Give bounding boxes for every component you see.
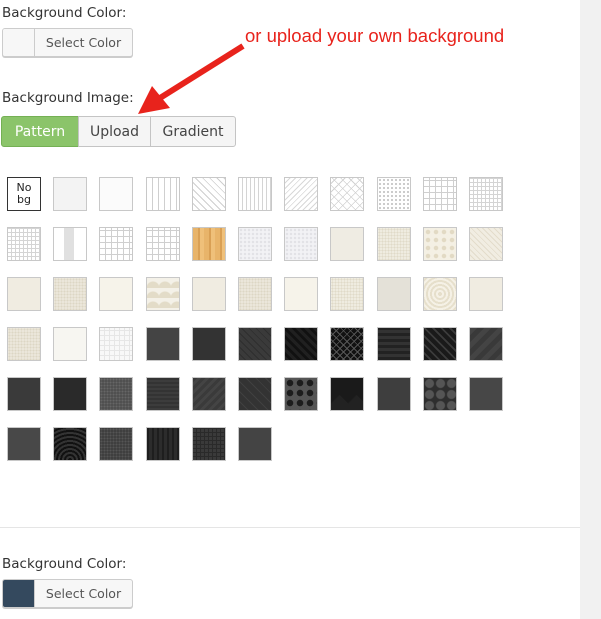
pattern-tile[interactable] xyxy=(145,177,180,211)
pattern-tile[interactable] xyxy=(145,377,180,411)
pattern-tile[interactable] xyxy=(7,227,41,261)
pattern-tile[interactable] xyxy=(53,327,88,361)
pattern-tile[interactable] xyxy=(376,177,411,211)
pattern-tile[interactable] xyxy=(237,427,272,461)
select-color-button-bottom[interactable]: Select Color xyxy=(2,579,133,608)
pattern-tile[interactable] xyxy=(99,177,134,211)
pattern-tile[interactable] xyxy=(284,227,319,261)
pattern-tile[interactable] xyxy=(237,327,272,361)
pattern-tile[interactable] xyxy=(191,227,226,261)
pattern-tile[interactable] xyxy=(330,377,365,411)
pattern-tile[interactable] xyxy=(376,227,411,261)
background-type-tabs: Pattern Upload Gradient xyxy=(1,116,236,147)
annotation-text: or upload your own background xyxy=(245,25,505,46)
select-color-label-bottom: Select Color xyxy=(45,586,122,601)
pattern-tile[interactable] xyxy=(145,227,180,261)
pattern-tile[interactable] xyxy=(422,327,457,361)
pattern-tile[interactable] xyxy=(237,227,272,261)
pattern-tile[interactable] xyxy=(376,377,411,411)
pattern-tile[interactable] xyxy=(284,177,319,211)
pattern-tile[interactable] xyxy=(376,277,411,311)
pattern-tile[interactable] xyxy=(191,427,226,461)
select-color-button[interactable]: Select Color xyxy=(2,28,133,57)
tab-pattern[interactable]: Pattern xyxy=(1,116,79,147)
pattern-tile[interactable] xyxy=(422,227,457,261)
scrollbar-track[interactable] xyxy=(580,0,601,619)
tab-gradient[interactable]: Gradient xyxy=(150,116,236,147)
pattern-tile[interactable] xyxy=(284,377,319,411)
pattern-tile[interactable] xyxy=(99,327,134,361)
pattern-tile[interactable] xyxy=(99,427,134,461)
pattern-tile[interactable] xyxy=(376,327,411,361)
pattern-tile[interactable] xyxy=(330,277,365,311)
pattern-tile[interactable] xyxy=(53,177,88,211)
pattern-tile[interactable] xyxy=(330,327,365,361)
pattern-tile[interactable] xyxy=(422,177,457,211)
select-color-label: Select Color xyxy=(45,35,122,50)
annotation-arrow-icon xyxy=(138,43,245,114)
pattern-tile[interactable] xyxy=(99,377,134,411)
pattern-tile[interactable] xyxy=(330,177,365,211)
background-color-label: Background Color: xyxy=(2,5,127,21)
section-divider xyxy=(0,527,580,528)
pattern-tile[interactable] xyxy=(191,277,226,311)
pattern-tile[interactable] xyxy=(191,377,226,411)
pattern-tile[interactable] xyxy=(468,327,503,361)
pattern-grid: No bg xyxy=(7,177,503,461)
pattern-tile-no-bg[interactable]: No bg xyxy=(7,177,41,211)
pattern-tile[interactable] xyxy=(99,227,134,261)
background-color-label-bottom: Background Color: xyxy=(2,556,127,572)
pattern-tile[interactable] xyxy=(53,427,88,461)
pattern-tile[interactable] xyxy=(191,327,226,361)
pattern-tile[interactable] xyxy=(7,327,41,361)
tab-upload[interactable]: Upload xyxy=(78,116,151,147)
color-swatch-bottom xyxy=(3,580,35,607)
pattern-tile[interactable] xyxy=(422,277,457,311)
pattern-tile[interactable] xyxy=(53,227,88,261)
pattern-tile[interactable] xyxy=(99,277,134,311)
pattern-tile[interactable] xyxy=(7,277,41,311)
pattern-tile[interactable] xyxy=(191,177,226,211)
pattern-tile[interactable] xyxy=(284,327,319,361)
pattern-tile[interactable] xyxy=(7,427,41,461)
pattern-tile[interactable] xyxy=(237,377,272,411)
pattern-tile[interactable] xyxy=(7,377,41,411)
pattern-tile[interactable] xyxy=(468,227,503,261)
pattern-tile[interactable] xyxy=(468,377,503,411)
pattern-tile[interactable] xyxy=(53,377,88,411)
pattern-tile[interactable] xyxy=(237,277,272,311)
pattern-tile[interactable] xyxy=(422,377,457,411)
color-swatch xyxy=(3,29,35,56)
pattern-tile[interactable] xyxy=(468,277,503,311)
pattern-tile[interactable] xyxy=(145,277,180,311)
pattern-tile[interactable] xyxy=(237,177,272,211)
pattern-tile[interactable] xyxy=(284,277,319,311)
background-image-label: Background Image: xyxy=(2,90,134,106)
pattern-tile[interactable] xyxy=(53,277,88,311)
pattern-tile[interactable] xyxy=(468,177,503,211)
pattern-tile[interactable] xyxy=(145,427,180,461)
pattern-tile[interactable] xyxy=(145,327,180,361)
pattern-tile[interactable] xyxy=(330,227,365,261)
